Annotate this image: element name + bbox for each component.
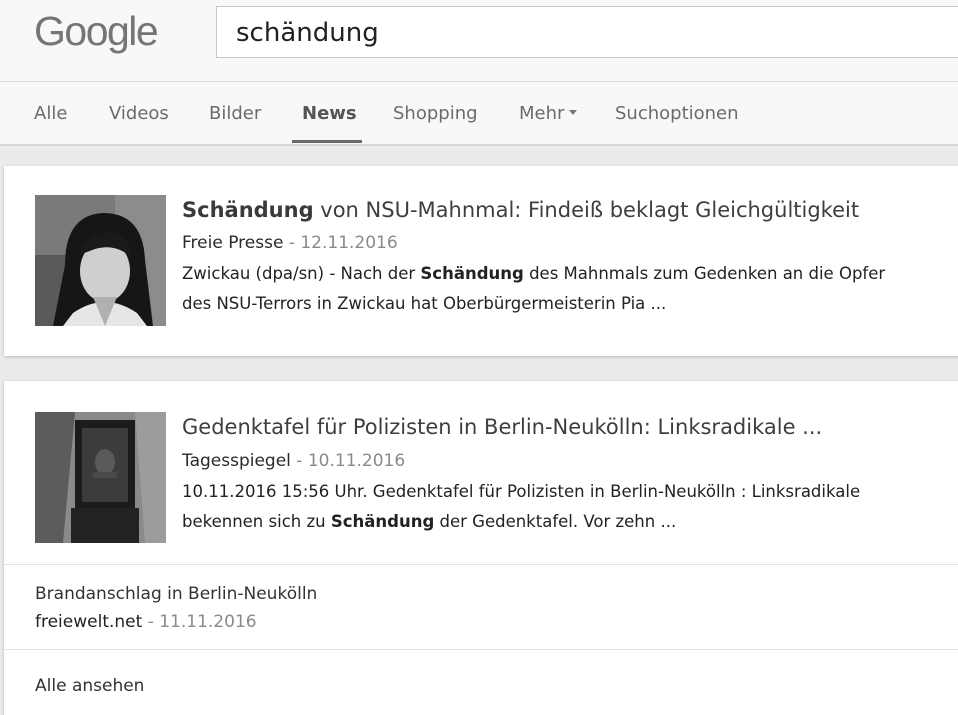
news-date: - 12.11.2016 — [283, 233, 398, 253]
divider — [4, 564, 958, 565]
tab-suchoptionen[interactable]: Suchoptionen — [615, 103, 739, 124]
news-headline[interactable]: Schändung von NSU-Mahnmal: Findeiß bekla… — [182, 198, 859, 222]
tab-news[interactable]: News — [302, 103, 357, 124]
news-source: Tagesspiegel - 10.11.2016 — [182, 451, 405, 471]
headline-highlight: Schändung — [182, 198, 314, 222]
source-name: Tagesspiegel — [182, 451, 291, 471]
source-name: freiewelt.net — [35, 612, 143, 632]
news-result-card: Gedenktafel für Polizisten in Berlin-Neu… — [4, 381, 958, 715]
snippet-highlight: Schändung — [330, 512, 435, 531]
news-thumbnail[interactable] — [35, 195, 166, 326]
snippet-line: des NSU-Terrors in Zwickau hat Oberbürge… — [182, 294, 667, 313]
snippet-text: des Mahnmals zum Gedenken an die Opfer — [523, 264, 886, 283]
snippet-text: Zwickau (dpa/sn) - Nach der — [182, 264, 421, 283]
news-snippet: Zwickau (dpa/sn) - Nach der Schändung de… — [182, 259, 885, 319]
news-source: Freie Presse - 12.11.2016 — [182, 233, 398, 253]
news-thumbnail[interactable] — [35, 412, 166, 543]
snippet-line: bekennen sich zu Schändung der Gedenktaf… — [182, 507, 860, 537]
search-box[interactable]: schändung — [216, 6, 958, 58]
active-tab-indicator — [292, 140, 362, 143]
news-headline[interactable]: Gedenktafel für Polizisten in Berlin-Neu… — [182, 415, 822, 439]
tab-mehr[interactable]: Mehr — [519, 103, 578, 124]
search-tabs: Alle Videos Bilder News Shopping Mehr Su… — [0, 82, 958, 146]
snippet-text: bekennen sich zu — [182, 512, 331, 531]
news-snippet: 10.11.2016 15:56 Uhr. Gedenktafel für Po… — [182, 477, 860, 537]
search-input[interactable]: schändung — [236, 18, 379, 48]
see-all-link[interactable]: Alle ansehen — [35, 676, 144, 696]
related-article-link[interactable]: Brandanschlag in Berlin-Neukölln — [35, 584, 317, 604]
header-bar: Google schändung — [0, 0, 958, 82]
snippet-line: Zwickau (dpa/sn) - Nach der Schändung de… — [182, 259, 885, 289]
news-result-card: Schändung von NSU-Mahnmal: Findeiß bekla… — [4, 166, 958, 356]
snippet-text: der Gedenktafel. Vor zehn ... — [434, 512, 677, 531]
news-date: - 10.11.2016 — [290, 451, 406, 471]
news-date: - 11.11.2016 — [142, 612, 257, 632]
snippet-line: 10.11.2016 15:56 Uhr. Gedenktafel für Po… — [182, 482, 861, 501]
chevron-down-icon — [569, 110, 578, 115]
tab-alle[interactable]: Alle — [34, 103, 67, 124]
google-logo[interactable]: Google — [34, 8, 159, 55]
headline-text: von NSU-Mahnmal: Findeiß beklagt Gleichg… — [313, 198, 860, 222]
tab-bilder[interactable]: Bilder — [209, 103, 261, 124]
related-article-source: freiewelt.net - 11.11.2016 — [35, 612, 257, 632]
divider — [4, 649, 958, 650]
tab-shopping[interactable]: Shopping — [393, 103, 478, 124]
source-name: Freie Presse — [182, 233, 284, 253]
tab-mehr-label: Mehr — [519, 103, 565, 124]
snippet-highlight: Schändung — [420, 264, 524, 283]
tab-videos[interactable]: Videos — [109, 103, 169, 124]
